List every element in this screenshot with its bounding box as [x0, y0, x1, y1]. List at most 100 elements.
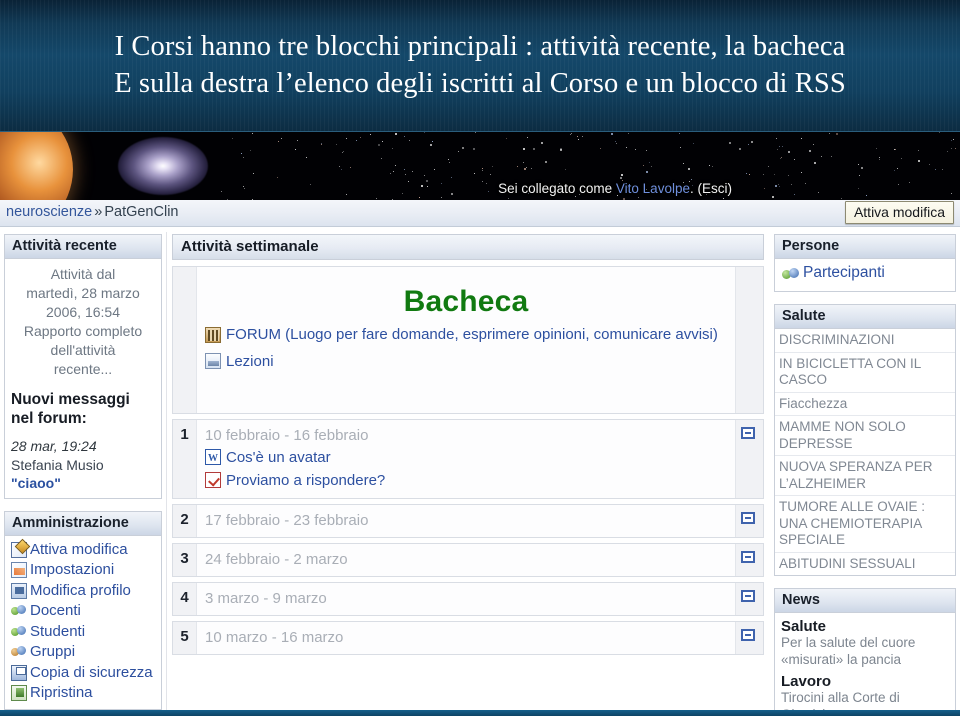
logout-link[interactable]: (Esci)	[698, 181, 733, 196]
breadcrumb: neuroscienze» PatGenClin	[6, 204, 178, 220]
bacheca-content: Bacheca FORUM (Luogo per fare domande, e…	[197, 267, 735, 413]
center-column: Attività settimanale Bacheca FORUM (Luog…	[172, 234, 764, 660]
bacheca-forum-link[interactable]: FORUM (Luogo per fare domande, esprimere…	[205, 325, 727, 345]
week-activity-label: Proviamo a rispondere?	[226, 472, 386, 489]
week-activity-label: Cos'è un avatar	[226, 449, 331, 466]
week-number: 4	[173, 583, 197, 615]
week-number: 5	[173, 622, 197, 654]
admin-item-label: Ripristina	[30, 684, 93, 701]
news-entry-text[interactable]: Per la salute del cuore «misurati» la pa…	[781, 635, 949, 668]
login-status-prefix: Sei collegato come	[498, 181, 613, 196]
block-recent-activity-body: Attività dal martedì, 28 marzo 2006, 16:…	[5, 259, 161, 498]
admin-item-ripristina[interactable]: Ripristina	[11, 683, 155, 703]
rss-item[interactable]: NUOVA SPERANZA PER L’ALZHEIMER	[775, 456, 955, 496]
restore-icon	[11, 685, 27, 701]
rss-item[interactable]: ABITUDINI SESSUALI	[775, 553, 955, 576]
block-people-title: Persone	[775, 235, 955, 259]
slide-title-banner: I Corsi hanno tre blocchi principali : a…	[0, 0, 960, 131]
admin-item-modifica-profilo[interactable]: Modifica profilo	[11, 581, 155, 601]
block-people-body: Partecipanti	[775, 259, 955, 291]
admin-item-copia-di-sicurezza[interactable]: Copia di sicurezza	[11, 663, 155, 683]
week-content: 10 marzo - 16 marzo	[197, 622, 735, 654]
breadcrumb-root-link[interactable]: neuroscienze	[6, 204, 92, 220]
week-date-range: 3 marzo - 9 marzo	[205, 590, 327, 607]
admin-item-label: Attiva modifica	[30, 540, 128, 558]
block-rss-salute-title: Salute	[775, 305, 955, 329]
bacheca-heading: Bacheca	[403, 285, 529, 318]
news-entry-heading: Salute	[781, 618, 827, 635]
rss-item[interactable]: Fiacchezza	[775, 393, 955, 416]
full-report-link-line-3[interactable]: recente...	[12, 360, 154, 379]
forum-post-entry: 28 mar, 19:24 Stefania Musio "ciaoo"	[11, 437, 155, 493]
admin-item-gruppi[interactable]: Gruppi	[11, 642, 155, 662]
navigation-bar: neuroscienze» PatGenClin Attiva modifica	[0, 200, 960, 227]
users-icon	[11, 624, 27, 640]
bacheca-lezioni-link[interactable]: Lezioni	[205, 351, 727, 372]
rss-item[interactable]: DISCRIMINAZIONI	[775, 329, 955, 353]
recent-activity-since-line-2: martedì, 28 marzo	[26, 285, 140, 301]
full-report-link-line-2[interactable]: dell'attività	[12, 341, 154, 360]
bacheca-lezioni-label: Lezioni	[226, 353, 274, 370]
backup-icon	[11, 664, 27, 681]
forum-post-author: Stefania Musio	[11, 456, 104, 473]
week-activity-link[interactable]: Proviamo a rispondere?	[205, 470, 727, 491]
highlight-week-icon[interactable]	[741, 427, 755, 439]
quiz-icon	[205, 472, 221, 488]
block-recent-activity: Attività recente Attività dal martedì, 2…	[4, 234, 162, 499]
participants-link[interactable]: Partecipanti	[780, 262, 950, 286]
administration-menu: Attiva modifica Impostazioni Modifica prof…	[5, 536, 161, 709]
rss-item[interactable]: TUMORE ALLE OVAIE : UNA CHEMIOTERAPIA SP…	[775, 496, 955, 553]
admin-item-label: Modifica profilo	[30, 581, 131, 599]
admin-item-label: Gruppi	[30, 643, 76, 660]
breadcrumb-separator: »	[94, 204, 103, 220]
slide-title: I Corsi hanno tre blocchi principali : a…	[0, 28, 960, 102]
login-user-link[interactable]: Vito Lavolpe	[616, 181, 690, 196]
highlight-week-icon[interactable]	[741, 512, 755, 524]
news-list: Salute Per la salute del cuore «misurati»…	[775, 613, 955, 716]
block-news: News Salute Per la salute del cuore «misu…	[774, 588, 956, 716]
bacheca-forum-label: FORUM (Luogo per fare domande, esprimere…	[226, 326, 718, 343]
highlight-week-icon[interactable]	[741, 629, 755, 641]
turn-editing-on-button[interactable]: Attiva modifica	[844, 201, 954, 224]
block-administration: Amministrazione Attiva modifica Impostazi…	[4, 510, 162, 710]
word-document-icon	[205, 448, 221, 469]
column-divider	[166, 232, 167, 710]
admin-item-impostazioni[interactable]: Impostazioni	[11, 560, 155, 580]
week-row-bacheca: Bacheca FORUM (Luogo per fare domande, e…	[172, 266, 764, 414]
block-recent-activity-title: Attività recente	[5, 235, 161, 259]
rss-salute-list: DISCRIMINAZIONI IN BICICLETTA CON IL CASC…	[775, 329, 955, 575]
people-icon	[782, 266, 800, 283]
admin-item-studenti[interactable]: Studenti	[11, 622, 155, 642]
week-tools	[735, 622, 763, 654]
week-number-bacheca	[173, 267, 197, 413]
highlight-week-icon[interactable]	[741, 590, 755, 602]
week-activity-link[interactable]: Cos'è un avatar	[205, 447, 727, 469]
week-tools	[735, 420, 763, 498]
login-status-dot: .	[689, 181, 694, 196]
forum-post-subject-link[interactable]: "ciaoo"	[11, 474, 155, 493]
week-number: 2	[173, 505, 197, 537]
full-report-link-line-1[interactable]: Rapporto completo	[12, 322, 154, 341]
users-icon	[11, 603, 27, 619]
week-content: 24 febbraio - 2 marzo	[197, 544, 735, 576]
forum-post-timestamp: 28 mar, 19:24	[11, 438, 97, 454]
edit-icon	[11, 541, 27, 558]
admin-item-docenti[interactable]: Docenti	[11, 601, 155, 621]
admin-item-label: Docenti	[30, 602, 81, 619]
bottom-rule	[0, 710, 960, 716]
week-tools	[735, 583, 763, 615]
forum-icon	[205, 327, 221, 343]
numbered-weeks: 1 10 febbraio - 16 febbraio Cos'è un avata…	[172, 419, 764, 655]
new-forum-posts-heading: Nuovi messaggi nel forum:	[11, 390, 155, 428]
rss-item[interactable]: MAMME NON SOLO DEPRESSE	[775, 416, 955, 456]
new-forum-posts-heading-line-2: nel forum:	[11, 410, 87, 427]
resource-icon	[205, 353, 221, 369]
week-content: 10 febbraio - 16 febbraio Cos'è un avatar…	[197, 420, 735, 498]
profile-icon	[11, 582, 27, 599]
admin-item-attiva-modifica[interactable]: Attiva modifica	[11, 540, 155, 560]
week-date-range: 17 febbraio - 23 febbraio	[205, 512, 369, 529]
rss-item[interactable]: IN BICICLETTA CON IL CASCO	[775, 353, 955, 393]
starfield-graphic	[0, 132, 960, 200]
highlight-week-icon[interactable]	[741, 551, 755, 563]
block-rss-salute: Salute DISCRIMINAZIONI IN BICICLETTA CON …	[774, 304, 956, 576]
